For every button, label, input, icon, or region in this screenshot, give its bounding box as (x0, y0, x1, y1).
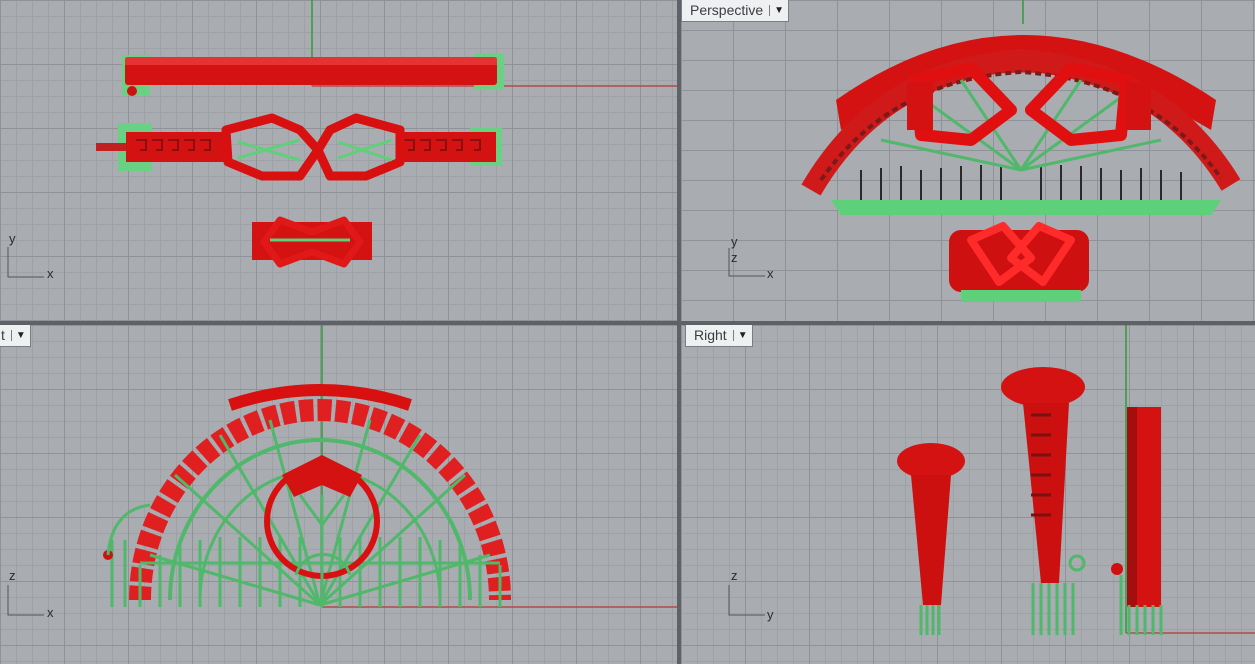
axis-gizmo-icon (7, 247, 44, 278)
support-pins (919, 605, 941, 635)
axis-gizmo-icon (7, 585, 44, 616)
top-viewport[interactable]: y x (0, 0, 677, 321)
axis-label-z: z (731, 568, 738, 583)
viewport-title-front[interactable]: t ▼ (0, 325, 31, 347)
front-view-scene (103, 325, 677, 608)
band-highlight (125, 57, 497, 65)
ring-shank (1023, 403, 1069, 583)
viewport-title-label: Right (694, 327, 727, 343)
perspective-viewport[interactable]: Perspective ▼ y z x (681, 0, 1255, 321)
axis-label-y: y (9, 231, 16, 246)
dropdown-arrow-icon[interactable]: ▼ (769, 4, 784, 16)
viewport-title-label: Perspective (690, 2, 764, 18)
band-block (907, 82, 933, 130)
dropdown-arrow-icon[interactable]: ▼ (732, 329, 748, 341)
axis-gizmo-icon (728, 585, 765, 616)
axis-gizmo-icon (728, 248, 765, 277)
small-ring-shank (911, 475, 951, 605)
support-pins (1031, 583, 1075, 635)
centerpiece-right (313, 113, 405, 181)
small-ring-head (897, 443, 965, 479)
axis-label-z: z (9, 568, 16, 583)
support-pins (860, 165, 1182, 200)
band-block (1125, 82, 1151, 130)
top-view-scene (96, 0, 677, 268)
right-viewport[interactable]: Right ▼ z y (681, 325, 1255, 664)
band-shade (1127, 407, 1137, 607)
ring-head (1001, 367, 1085, 407)
viewport-title-right[interactable]: Right ▼ (685, 325, 753, 347)
dropdown-arrow-icon[interactable]: ▼ (10, 329, 26, 341)
viewport-title-perspective[interactable]: Perspective ▼ (681, 0, 790, 22)
support-base (961, 290, 1081, 302)
front-viewport[interactable]: t ▼ z x (0, 325, 677, 664)
support-sprue (106, 503, 151, 556)
sprue-ball (127, 86, 137, 96)
support-loop (1068, 554, 1086, 572)
support-base (831, 200, 1221, 215)
sprue-ball (1111, 563, 1123, 575)
viewport-title-label: t (1, 327, 5, 343)
centerpiece-perspective (910, 62, 1132, 146)
sprue (96, 143, 126, 151)
axis-label-y: y (731, 234, 738, 249)
